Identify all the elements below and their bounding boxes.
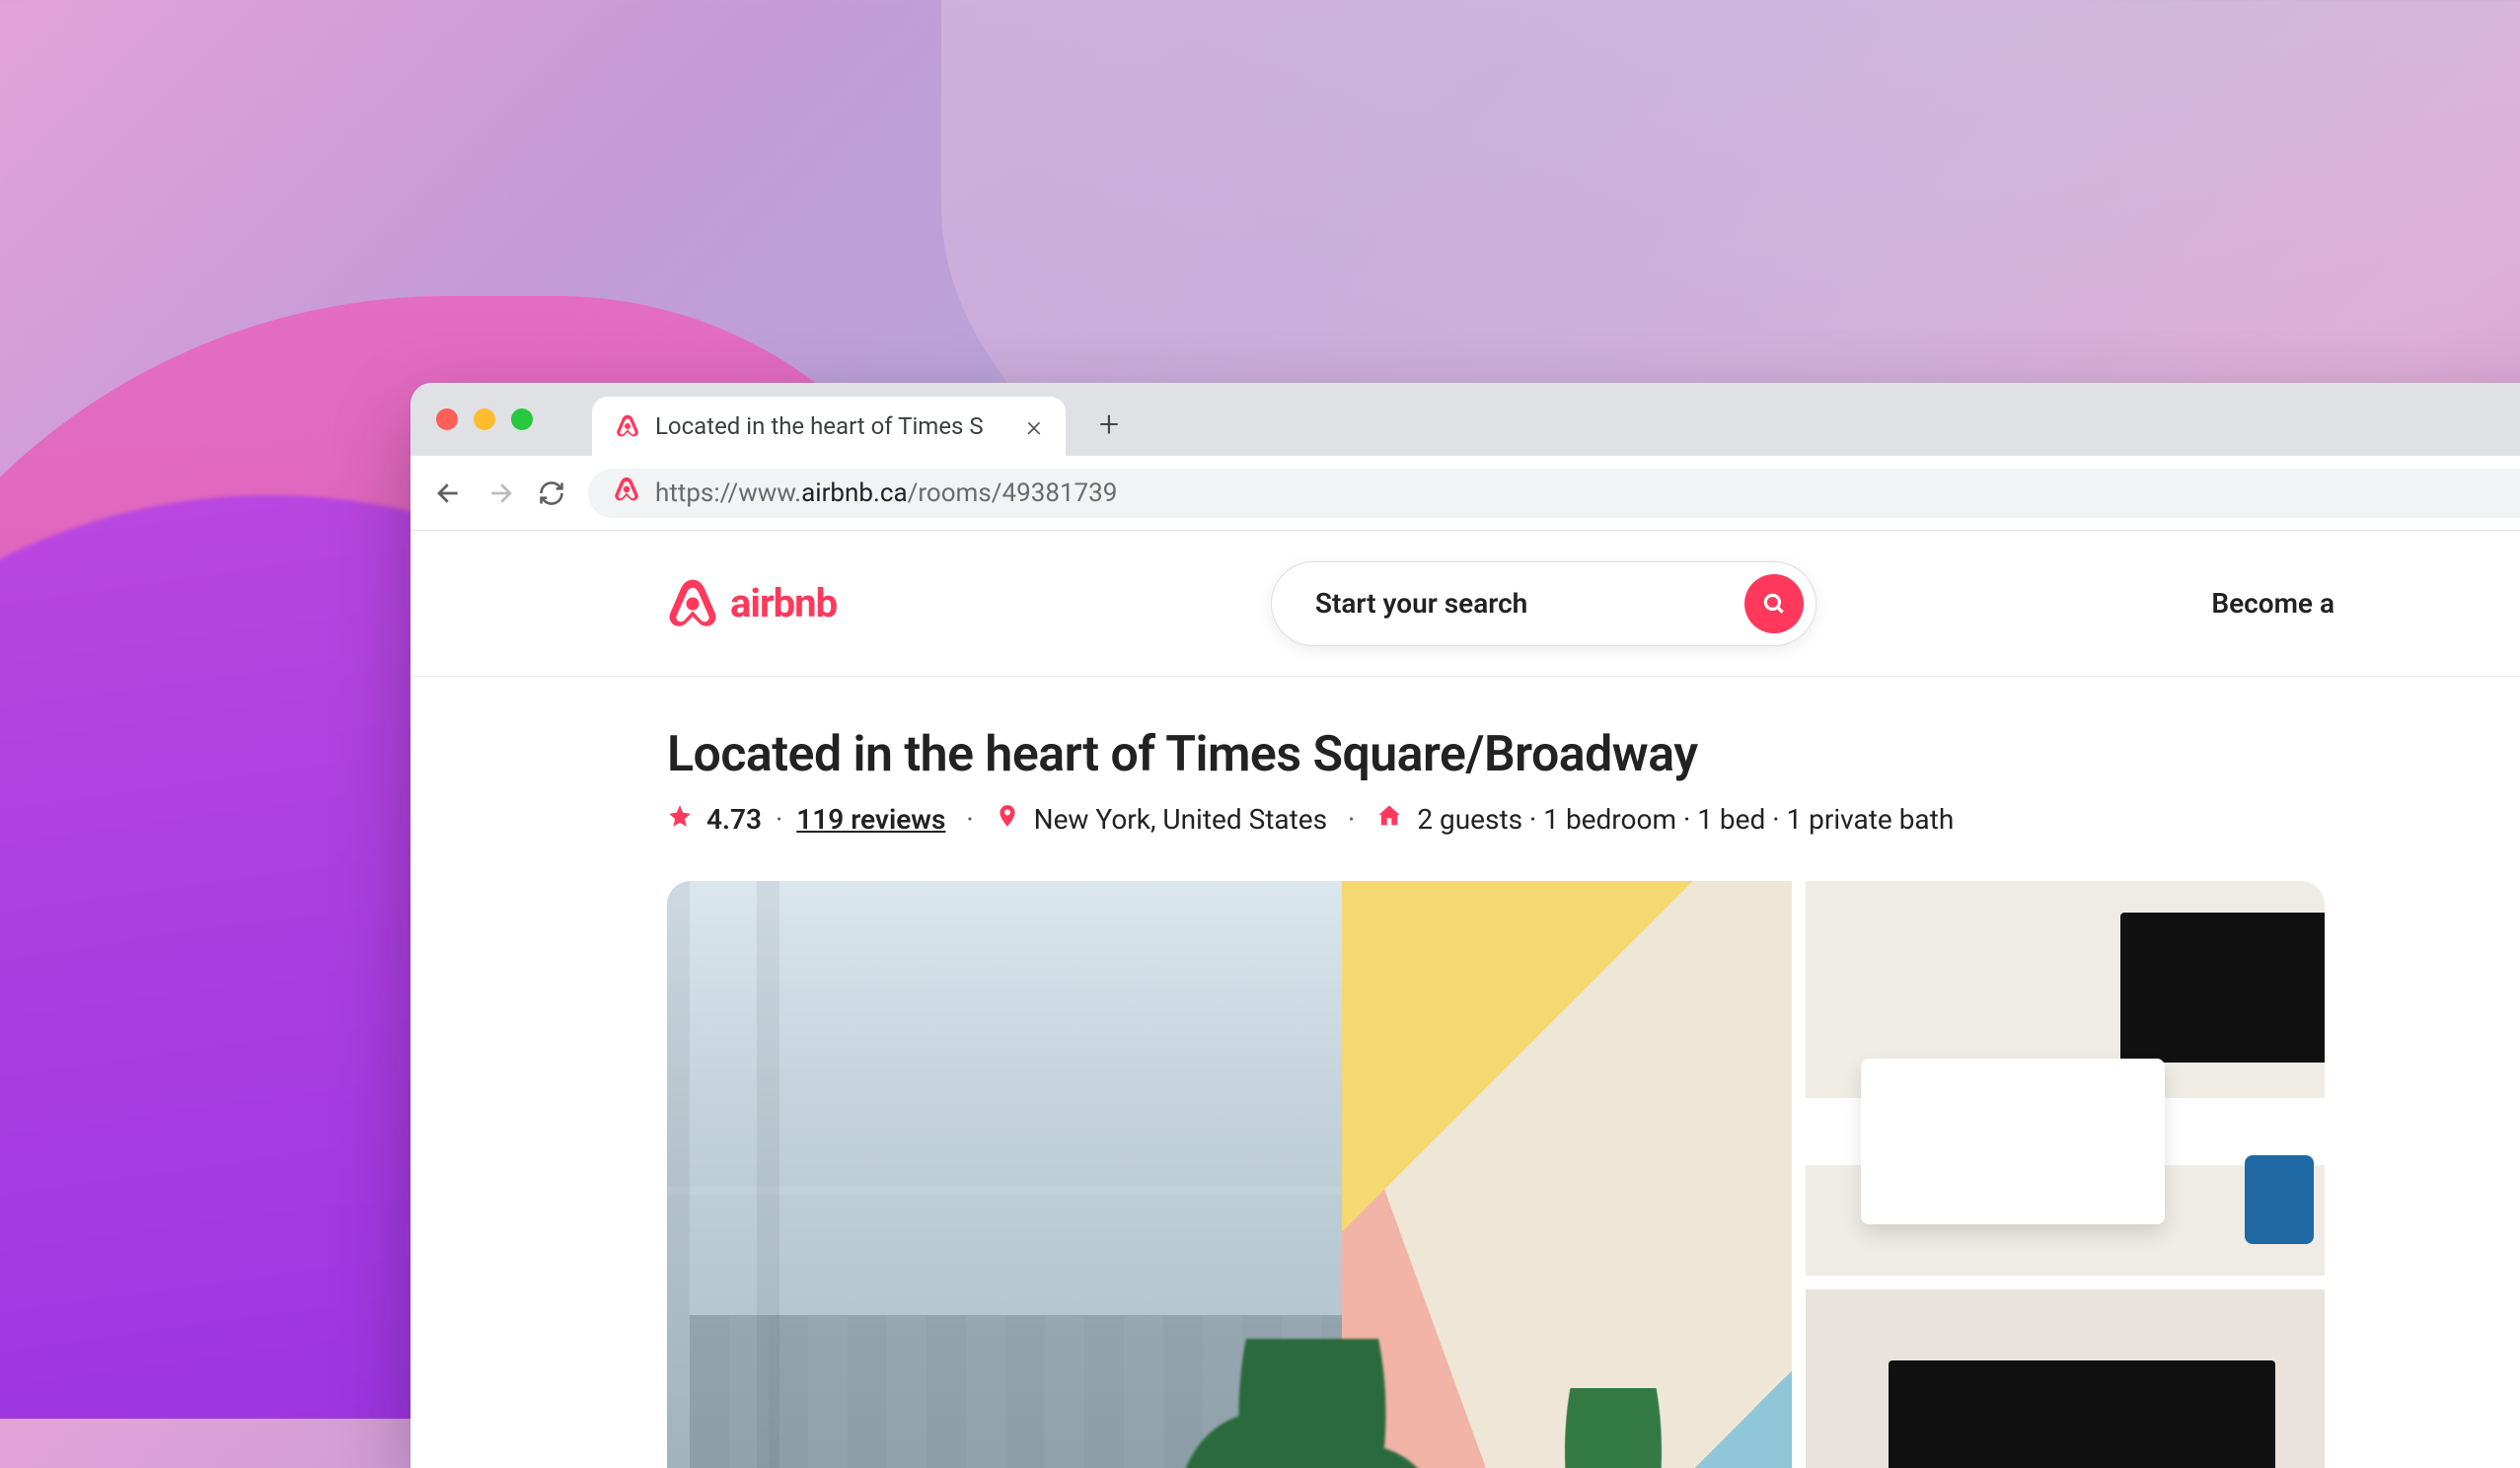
airbnb-favicon-icon [614, 477, 639, 509]
browser-tab[interactable]: Located in the heart of Times S × [592, 397, 1066, 456]
star-icon [667, 803, 693, 836]
browser-toolbar: https://www.airbnb.ca/rooms/49381739 [410, 456, 2520, 531]
photo-gallery [667, 881, 2325, 1468]
home-icon [1375, 802, 1403, 837]
browser-window: Located in the heart of Times S × + http… [410, 383, 2520, 1468]
listing-title: Located in the heart of Times Square/Bro… [667, 726, 2325, 783]
separator: · [959, 803, 980, 836]
become-host-link[interactable]: Become a [2211, 587, 2335, 620]
listing-photo-4[interactable] [1806, 1289, 2325, 1468]
listing-section: Located in the heart of Times Square/Bro… [410, 677, 2520, 1468]
listing-reviews-link[interactable]: 119 reviews [796, 803, 945, 836]
tab-close-button[interactable]: × [1020, 412, 1048, 440]
airbnb-logo[interactable]: airbnb [667, 578, 837, 629]
listing-photo-main[interactable] [667, 881, 1792, 1468]
site-header: airbnb Start your search Become a [410, 531, 2520, 677]
window-close-button[interactable] [436, 408, 458, 430]
separator: · [1341, 803, 1362, 836]
search-bar[interactable]: Start your search [1271, 561, 1816, 646]
search-placeholder: Start your search [1315, 587, 1527, 620]
new-tab-button[interactable]: + [1089, 404, 1129, 444]
listing-meta: 4.73 · 119 reviews · New York, United St… [667, 801, 2325, 838]
airbnb-favicon-icon [616, 414, 639, 438]
nav-forward-button[interactable] [485, 478, 515, 508]
nav-back-button[interactable] [434, 478, 464, 508]
listing-rating: 4.73 [706, 803, 762, 836]
address-bar[interactable]: https://www.airbnb.ca/rooms/49381739 [588, 469, 2520, 518]
separator: · [776, 803, 782, 836]
location-pin-icon [995, 801, 1020, 838]
tab-title: Located in the heart of Times S [655, 412, 1004, 440]
airbnb-logo-icon [667, 578, 718, 629]
listing-capacity: 2 guests · 1 bedroom · 1 bed · 1 private… [1417, 803, 1954, 836]
brand-text: airbnb [730, 580, 837, 626]
browser-titlebar: Located in the heart of Times S × + [410, 383, 2520, 456]
search-button[interactable] [1744, 574, 1804, 633]
search-icon [1761, 591, 1787, 617]
listing-location: New York, United States [1034, 803, 1328, 836]
window-minimize-button[interactable] [474, 408, 495, 430]
window-maximize-button[interactable] [511, 408, 533, 430]
window-controls [436, 408, 533, 456]
url-text: https://www.airbnb.ca/rooms/49381739 [655, 478, 1117, 508]
page-content: airbnb Start your search Become a Locate… [410, 531, 2520, 1468]
nav-reload-button[interactable] [537, 478, 566, 508]
listing-photo-2[interactable] [1806, 881, 2325, 1276]
